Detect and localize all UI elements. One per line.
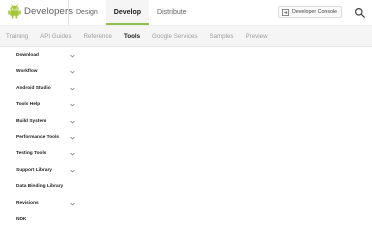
chevron-down-icon[interactable]: [70, 87, 75, 91]
sidebar-item-tools-help[interactable]: Tools Help: [0, 97, 90, 113]
search-icon: [355, 8, 366, 19]
main-nav: Design Develop Distribute: [68, 0, 195, 25]
sub-nav: Training API Guides Reference Tools Goog…: [0, 25, 372, 47]
sub-nav-reference[interactable]: Reference: [83, 26, 112, 48]
main-nav-distribute[interactable]: Distribute: [149, 0, 195, 25]
sub-nav-api-guides[interactable]: API Guides: [40, 26, 71, 48]
top-header: Developers Design Develop Distribute Dev…: [0, 0, 372, 25]
sub-nav-samples[interactable]: Samples: [209, 26, 233, 48]
sidebar-item-download[interactable]: Download: [0, 48, 90, 64]
sidebar-item-data-binding-library[interactable]: Data Binding Library: [0, 179, 90, 195]
developer-console-label: Developer Console: [292, 9, 338, 15]
android-robot-icon: [8, 4, 21, 19]
sidebar-item-label: Revisions: [16, 200, 39, 206]
sub-nav-training[interactable]: Training: [6, 26, 28, 48]
sidebar-item-workflow[interactable]: Workflow: [0, 64, 90, 80]
sidebar-item-build-system[interactable]: Build System: [0, 114, 90, 130]
main-nav-design[interactable]: Design: [68, 0, 106, 25]
chevron-down-icon[interactable]: [70, 70, 75, 74]
sub-nav-tools[interactable]: Tools: [124, 26, 140, 48]
chevron-down-icon[interactable]: [70, 136, 75, 140]
sidebar-item-support-library[interactable]: Support Library: [0, 163, 90, 179]
sidebar-item-ndk[interactable]: NDK: [0, 212, 90, 228]
sidebar-nav: Download Workflow Android Studio Tools H…: [0, 48, 90, 228]
sidebar-item-label: Performance Tools: [16, 134, 60, 140]
sidebar-item-label: Download: [16, 53, 39, 58]
sidebar-item-label: NDK: [16, 216, 27, 222]
chevron-down-icon[interactable]: [70, 120, 75, 124]
sidebar-item-android-studio[interactable]: Android Studio: [0, 81, 90, 97]
sidebar-item-label: Data Binding Library: [16, 184, 64, 190]
sidebar-item-label: Workflow: [16, 69, 38, 75]
chevron-down-icon[interactable]: [70, 169, 75, 173]
chevron-down-icon[interactable]: [70, 152, 75, 156]
search-button[interactable]: [354, 6, 366, 19]
sidebar-item-label: Testing Tools: [16, 151, 47, 157]
chevron-down-icon[interactable]: [70, 54, 75, 58]
sidebar-item-label: Tools Help: [16, 102, 41, 108]
developer-console-button[interactable]: Developer Console: [278, 6, 343, 18]
arrow-right-icon: [282, 8, 289, 16]
chevron-down-icon[interactable]: [70, 202, 75, 206]
brand-title[interactable]: Developers: [24, 6, 73, 17]
sub-nav-preview[interactable]: Preview: [246, 26, 268, 48]
android-logo[interactable]: [8, 4, 21, 19]
sidebar-item-revisions[interactable]: Revisions: [0, 196, 90, 212]
sub-nav-google-services[interactable]: Google Services: [152, 26, 197, 48]
sidebar-item-testing-tools[interactable]: Testing Tools: [0, 146, 90, 162]
sidebar-item-label: Build System: [16, 118, 47, 124]
main-nav-develop[interactable]: Develop: [105, 0, 150, 25]
sidebar-item-label: Android Studio: [16, 85, 51, 91]
sidebar-item-performance-tools[interactable]: Performance Tools: [0, 130, 90, 146]
sidebar-item-label: Support Library: [16, 167, 52, 173]
chevron-down-icon[interactable]: [70, 103, 75, 107]
